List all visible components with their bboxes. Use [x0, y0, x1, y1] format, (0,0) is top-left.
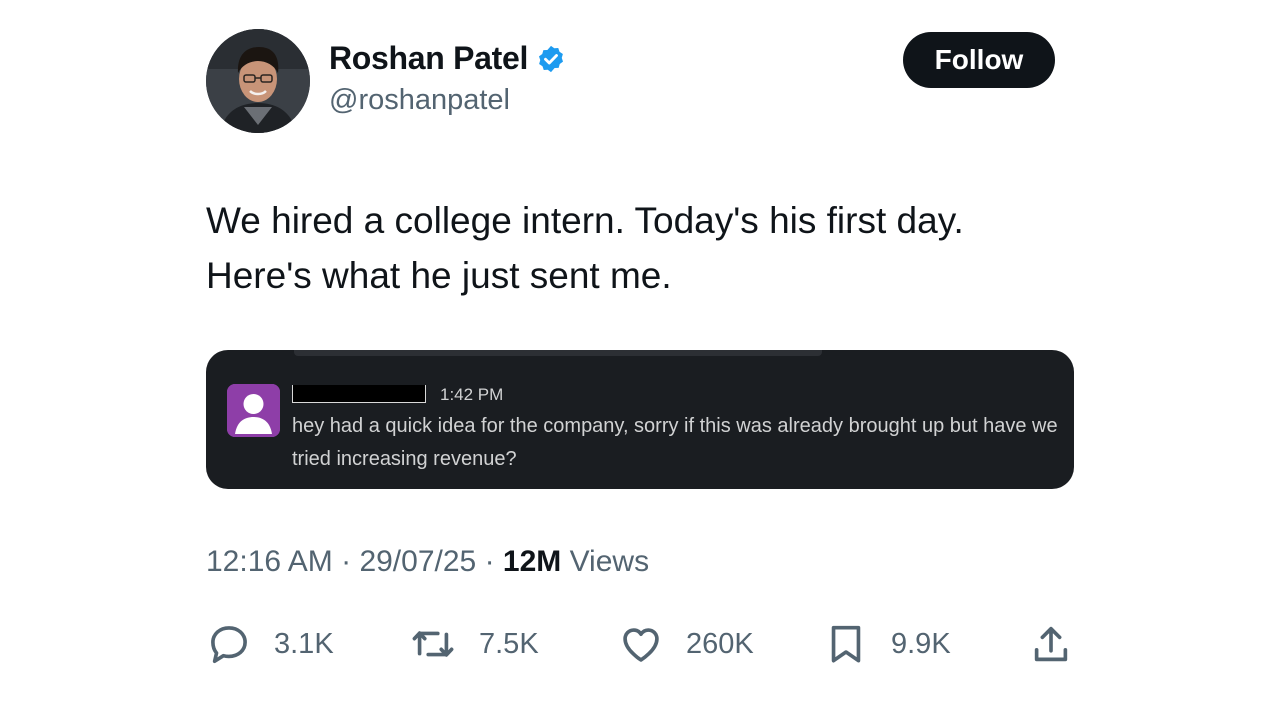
- tweet-date[interactable]: 29/07/25: [359, 545, 476, 578]
- tweet-text-line: We hired a college intern. Today's his f…: [206, 200, 964, 241]
- tweet-text-line: Here's what he just sent me.: [206, 255, 672, 296]
- tweet-time[interactable]: 12:16 AM: [206, 545, 333, 578]
- meta-separator: ·: [341, 545, 360, 578]
- verified-badge-icon[interactable]: [536, 44, 566, 74]
- reply-count: 3.1K: [274, 627, 334, 660]
- views-label: Views: [569, 545, 650, 578]
- author-display-name[interactable]: Roshan Patel: [329, 40, 528, 77]
- follow-button[interactable]: Follow: [903, 32, 1055, 88]
- reply-icon: [211, 626, 247, 664]
- repost-button[interactable]: 7.5K: [409, 620, 539, 668]
- views-count: 12M: [502, 545, 562, 578]
- author-handle[interactable]: @roshanpatel: [329, 84, 510, 117]
- embed-top-bar: [294, 350, 822, 356]
- message-text: hey had a quick idea for the company, so…: [292, 415, 1058, 470]
- repost-icon: [412, 631, 454, 657]
- tweet-meta: 12:16 AM · 29/07/25 · 12M Views: [206, 545, 649, 579]
- redacted-sender-name: [292, 385, 426, 403]
- repost-count: 7.5K: [479, 627, 539, 660]
- author-avatar[interactable]: [206, 29, 310, 133]
- reply-button[interactable]: 3.1K: [206, 620, 334, 668]
- bookmark-count: 9.9K: [891, 627, 951, 660]
- message-sender-avatar: [227, 384, 280, 437]
- tweet-actions: 3.1K 7.5K 260K 9.9K: [206, 620, 1074, 668]
- like-button[interactable]: 260K: [618, 620, 754, 668]
- share-button[interactable]: [1028, 622, 1074, 673]
- heart-icon: [623, 628, 659, 662]
- bookmark-icon: [831, 625, 861, 663]
- author-name-row[interactable]: Roshan Patel: [329, 40, 566, 77]
- meta-separator: ·: [484, 545, 503, 578]
- embedded-message-image[interactable]: 1:42 PM hey had a quick idea for the com…: [206, 350, 1074, 489]
- bookmark-button[interactable]: 9.9K: [823, 620, 951, 668]
- like-count: 260K: [686, 627, 754, 660]
- share-icon: [1034, 626, 1068, 662]
- tweet-text: We hired a college intern. Today's his f…: [206, 193, 1106, 303]
- message-time: 1:42 PM: [440, 385, 504, 404]
